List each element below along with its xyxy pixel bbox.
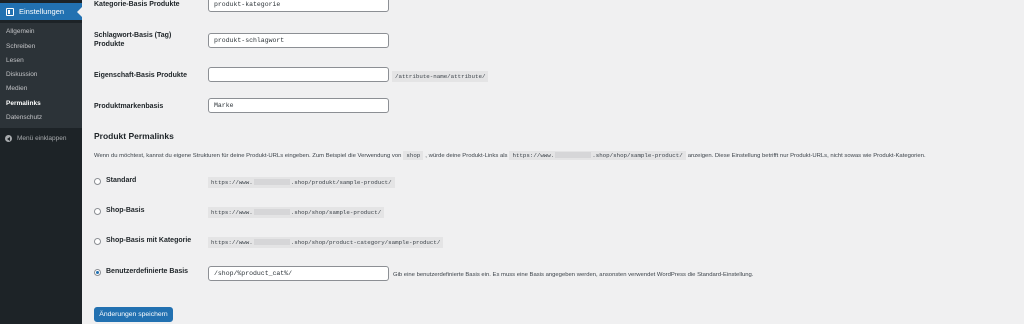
shop-base-category-url-example: https://www. .shop/shop/product-category/… [208, 237, 444, 248]
radio-shop-base-label[interactable]: Shop-Basis [106, 207, 145, 214]
tag-base-label-line1: Schlagwort-Basis (Tag) [94, 32, 172, 39]
collapse-menu-button[interactable]: Menü einklappen [5, 135, 67, 142]
submenu-item-lesen[interactable]: Lesen [6, 57, 24, 64]
redacted-domain [253, 209, 290, 216]
radio-shop-base-category[interactable] [94, 238, 101, 245]
tag-base-input[interactable]: produkt-schlagwort [208, 33, 389, 48]
menu-settings-label: Einstellungen [19, 7, 65, 16]
radio-shop-base-category-label[interactable]: Shop-Basis mit Kategorie [106, 237, 191, 244]
custom-base-input[interactable]: /shop/%product_cat%/ [208, 266, 389, 281]
url-suffix: .shop/produkt/sample-product/ [290, 179, 392, 186]
radio-standard[interactable] [94, 178, 101, 185]
desc-text-1: Wenn du möchtest, kannst du eigene Struk… [94, 152, 402, 159]
url-prefix: https://www. [211, 179, 253, 186]
url-prefix: https://www. [211, 209, 253, 216]
submenu-item-schreiben[interactable]: Schreiben [6, 43, 35, 50]
custom-base-hint: Gib eine benutzerdefinierte Basis ein. E… [393, 272, 754, 278]
admin-sidebar: Einstellungen Allgemein Schreiben Lesen … [0, 0, 82, 324]
collapse-menu-label: Menü einklappen [17, 135, 67, 142]
submenu-item-medien[interactable]: Medien [6, 85, 27, 92]
desc-url-prefix: https://www. [512, 152, 555, 159]
url-prefix: https://www. [211, 239, 253, 246]
brand-base-label: Produktmarkenbasis [94, 103, 164, 110]
redacted-domain [253, 239, 290, 246]
menu-settings[interactable]: Einstellungen [0, 3, 82, 20]
attribute-base-input[interactable] [208, 67, 389, 82]
settings-submenu: Allgemein Schreiben Lesen Diskussion Med… [0, 23, 82, 128]
radio-standard-label[interactable]: Standard [106, 177, 136, 184]
current-menu-arrow [77, 7, 82, 17]
desc-text-3: anzeigen. Diese Einstellung betrifft nur… [687, 152, 926, 159]
redacted-domain [555, 152, 592, 159]
section-title: Produkt Permalinks [94, 131, 174, 141]
category-base-label: Kategorie-Basis Produkte [94, 1, 180, 8]
redacted-domain [253, 179, 290, 186]
radio-shop-base[interactable] [94, 208, 101, 215]
radio-custom-base-label[interactable]: Benutzerdefinierte Basis [106, 268, 188, 275]
desc-code-url: https://www. .shop/shop/sample-product/ [509, 151, 686, 160]
submenu-item-allgemein[interactable]: Allgemein [6, 28, 35, 35]
desc-text-2: , würde deine Produkt-Links als [425, 152, 508, 159]
attribute-base-label: Eigenschaft-Basis Produkte [94, 72, 187, 79]
submenu-item-permalinks[interactable]: Permalinks [6, 100, 41, 107]
category-base-input[interactable]: produkt-kategorie [208, 0, 389, 12]
save-changes-button[interactable]: Änderungen speichern [94, 307, 173, 322]
attribute-base-suffix: /attribute-name/attribute/ [392, 71, 489, 82]
collapse-icon [5, 135, 12, 142]
submenu-item-diskussion[interactable]: Diskussion [6, 71, 37, 78]
desc-code-shop: shop [403, 151, 424, 160]
settings-icon [6, 7, 14, 16]
permalinks-description: Wenn du möchtest, kannst du eigene Struk… [94, 151, 926, 160]
url-suffix: .shop/shop/sample-product/ [290, 209, 382, 216]
brand-base-input[interactable]: Marke [208, 98, 389, 113]
tag-base-label-line2: Produkte [94, 41, 125, 48]
standard-url-example: https://www. .shop/produkt/sample-product… [208, 177, 395, 188]
desc-url-suffix: .shop/shop/sample-product/ [592, 152, 683, 159]
shop-base-url-example: https://www. .shop/shop/sample-product/ [208, 207, 385, 218]
radio-custom-base[interactable] [94, 269, 101, 276]
submenu-item-datenschutz[interactable]: Datenschutz [6, 114, 42, 121]
url-suffix: .shop/shop/product-category/sample-produ… [290, 239, 441, 246]
